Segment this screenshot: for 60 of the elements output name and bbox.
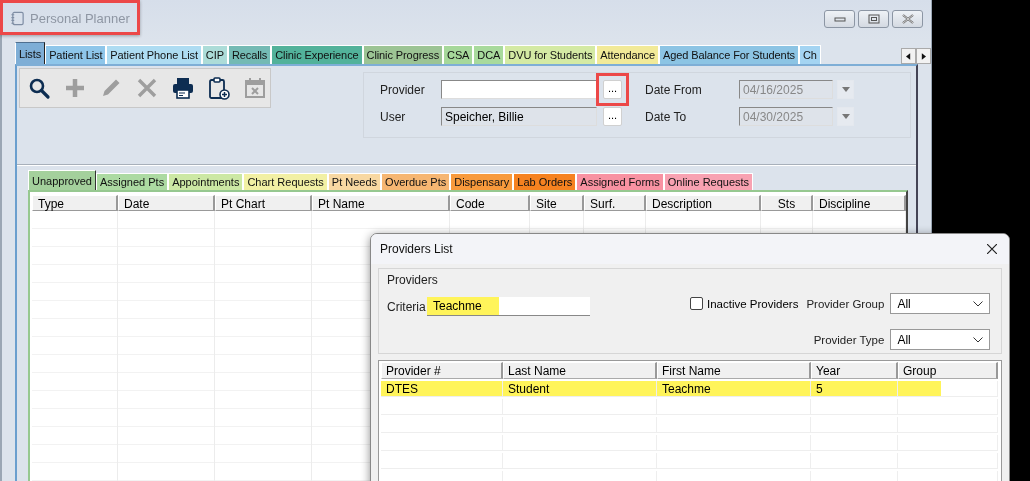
browse-button[interactable]: ... <box>603 107 622 126</box>
window-title: Personal Planner <box>30 11 130 26</box>
tab[interactable]: CSA <box>443 45 474 64</box>
tab[interactable]: Chart Requests <box>243 173 328 190</box>
field-label: Criteria <box>387 299 427 314</box>
user-field[interactable]: Speicher, Billie <box>441 107 597 126</box>
column-header[interactable]: Type <box>32 195 118 211</box>
tab[interactable]: Aged Balance For Students <box>658 45 799 64</box>
column-header[interactable]: Date <box>118 195 215 211</box>
column-header[interactable]: Site <box>530 195 584 211</box>
column-header[interactable]: Discipline <box>813 195 906 211</box>
tab[interactable]: Appointments <box>168 173 244 190</box>
tab[interactable]: Assigned Forms <box>576 173 664 190</box>
field-label: User <box>380 109 407 124</box>
tab[interactable]: DCA <box>473 45 505 64</box>
group-title: Providers <box>387 273 439 287</box>
tab[interactable]: DVU for Students <box>504 45 597 64</box>
field-label: Date From <box>645 82 703 97</box>
tab[interactable]: CIP <box>201 45 228 64</box>
tab[interactable]: Assigned Pts <box>95 173 169 190</box>
browse-button[interactable]: ... <box>603 80 622 99</box>
field-label: Provider Type <box>813 333 885 346</box>
tab[interactable]: Patient Phone List <box>106 45 202 64</box>
tab[interactable]: Ch <box>799 45 821 64</box>
dialog-title: Providers List <box>380 242 453 256</box>
field-label: Date To <box>645 109 688 124</box>
column-header[interactable]: Year <box>811 362 898 379</box>
criteria-field[interactable]: Teachme <box>427 297 590 316</box>
table-cell: DTES <box>381 381 503 397</box>
column-header[interactable]: Pt Name <box>312 195 450 211</box>
field-label: Provider <box>380 82 426 97</box>
column-header[interactable]: Description <box>646 195 761 211</box>
dropdown[interactable]: All <box>890 329 991 350</box>
tab[interactable]: Lab Orders <box>513 173 577 190</box>
tab[interactable]: Unapproved <box>28 170 96 190</box>
tab[interactable]: Patient List <box>45 45 107 64</box>
tab[interactable]: Online Requests <box>663 173 754 190</box>
column-header[interactable]: Pt Chart <box>215 195 312 211</box>
column-header[interactable]: First Name <box>657 362 811 379</box>
column-header[interactable]: Sts <box>761 195 813 211</box>
table-row[interactable]: DTES Student Teachme 5 <box>381 381 1001 397</box>
tab[interactable]: Attendance <box>596 45 659 64</box>
column-header[interactable]: Surf. <box>584 195 646 211</box>
column-header[interactable]: Group <box>898 362 998 379</box>
tab[interactable]: Clinic Progress <box>362 45 444 64</box>
column-header[interactable]: Last Name <box>503 362 657 379</box>
field-label: Provider Group <box>806 297 885 310</box>
tab[interactable]: Clinic Experience <box>271 45 363 64</box>
table-cell: Student <box>503 381 657 397</box>
dropdown[interactable]: All <box>890 293 991 314</box>
tab[interactable]: Dispensary <box>450 173 514 190</box>
tab[interactable]: Recalls <box>227 45 272 64</box>
column-header[interactable]: Code <box>450 195 530 211</box>
column-header[interactable]: Provider # <box>381 362 503 379</box>
table-cell: Teachme <box>657 381 811 397</box>
table-cell: 5 <box>811 381 898 397</box>
tab[interactable]: Lists <box>15 42 46 64</box>
tab[interactable]: Pt Needs <box>327 173 382 190</box>
tab[interactable]: Overdue Pts <box>381 173 451 190</box>
field-value: Teachme <box>427 297 499 315</box>
